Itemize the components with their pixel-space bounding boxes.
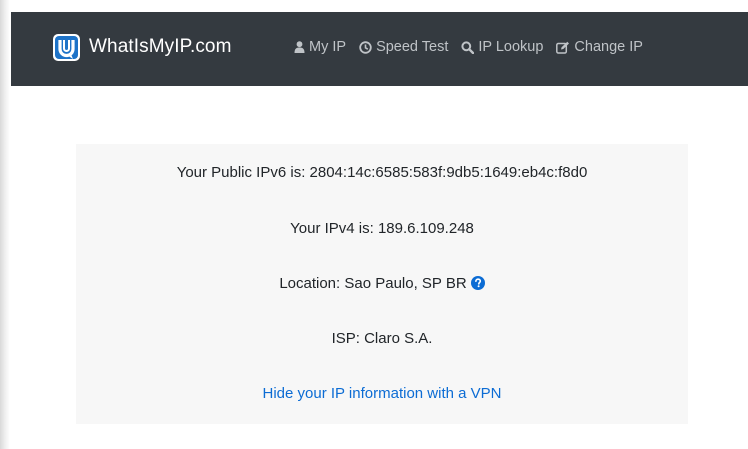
nav-label-speed-test: Speed Test (376, 39, 449, 55)
whatismyip-logo-icon (53, 33, 80, 61)
gauge-icon (359, 40, 372, 54)
nav-label-ip-lookup: IP Lookup (478, 39, 544, 55)
nav-links: My IP Speed Test IP Lookup Change IP (294, 39, 656, 55)
nav-item-change-ip[interactable]: Change IP (556, 39, 643, 55)
vpn-line: Hide your IP information with a VPN (76, 385, 688, 402)
ip-info-panel: Your Public IPv6 is: 2804:14c:6585:583f:… (76, 144, 688, 424)
ipv6-address: Your Public IPv6 is: 2804:14c:6585:583f:… (176, 164, 588, 181)
window-edge (0, 0, 10, 449)
nav-item-speed-test[interactable]: Speed Test (359, 39, 448, 55)
nav-item-my-ip[interactable]: My IP (294, 39, 346, 55)
browser-page: WhatIsMyIP.com My IP Speed Test IP Looku… (11, 12, 748, 449)
brand-link[interactable]: WhatIsMyIP.com (53, 33, 232, 61)
nav-label-my-ip: My IP (309, 39, 347, 55)
isp-line: ISP: Claro S.A. (331, 330, 433, 347)
nav-item-ip-lookup[interactable]: IP Lookup (461, 39, 543, 55)
location-line: Location: Sao Paulo, SP BR (76, 275, 688, 294)
user-icon (294, 41, 305, 53)
location-text: Location: Sao Paulo, SP BR (279, 275, 467, 292)
nav-label-change-ip: Change IP (574, 39, 643, 55)
edit-icon (556, 41, 570, 54)
question-circle-icon[interactable] (470, 276, 485, 294)
brand-name: WhatIsMyIP.com (89, 36, 232, 57)
navbar: WhatIsMyIP.com My IP Speed Test IP Looku… (11, 12, 748, 86)
search-icon (461, 40, 475, 54)
hide-ip-vpn-link[interactable]: Hide your IP information with a VPN (263, 385, 502, 402)
ipv4-address: Your IPv4 is: 189.6.109.248 (290, 220, 474, 237)
